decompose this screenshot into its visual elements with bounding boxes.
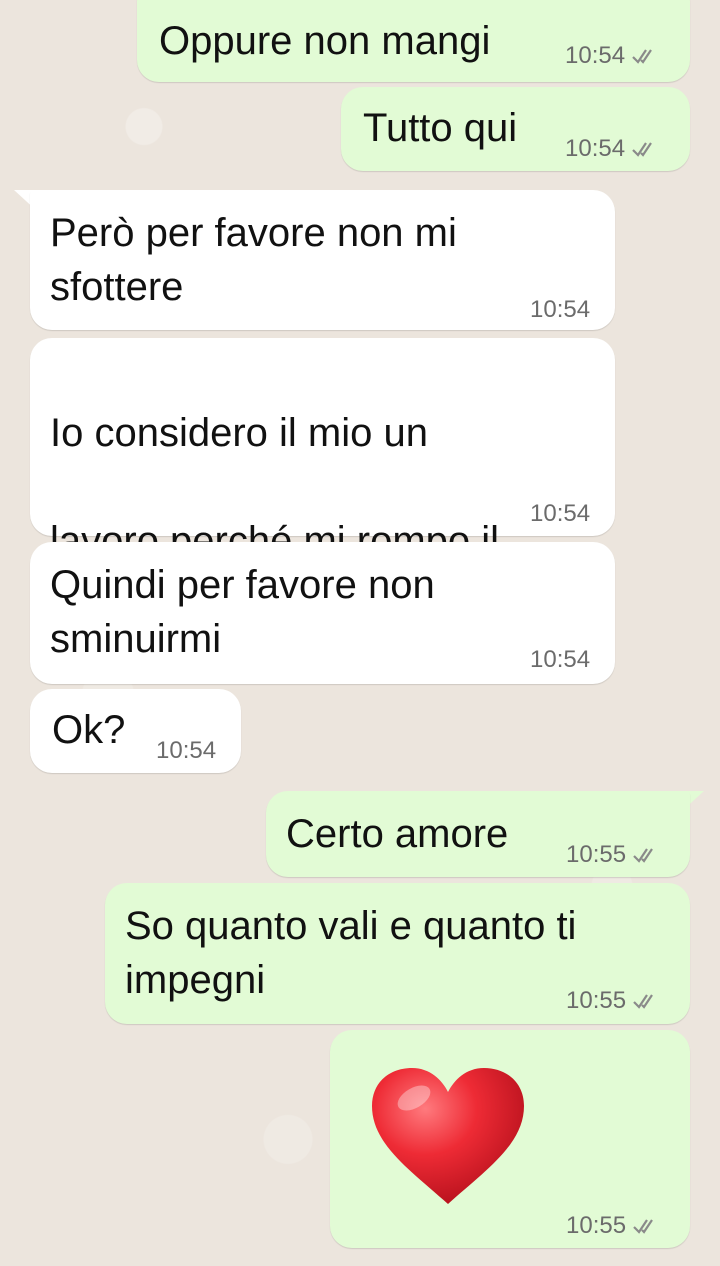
message-meta: 10:54 <box>530 500 590 528</box>
message-time: 10:54 <box>565 135 626 162</box>
read-ticks-icon <box>632 49 652 64</box>
message-time: 10:55 <box>566 987 627 1014</box>
message-meta: 10:54 <box>156 737 216 765</box>
message-time: 10:54 <box>530 646 591 673</box>
message-meta: 10:55 <box>566 1212 660 1240</box>
message-time: 10:55 <box>566 1212 627 1239</box>
message-text: Certo amore <box>286 812 509 856</box>
message-meta: 10:55 <box>566 841 660 869</box>
message-bubble-outgoing[interactable]: 10:55 <box>330 1030 690 1248</box>
message-time: 10:54 <box>565 42 626 69</box>
message-time: 10:55 <box>566 841 627 868</box>
message-text-line: Io considero il mio un <box>50 411 428 455</box>
red-heart-emoji-icon <box>372 1068 524 1204</box>
message-meta: 10:54 <box>565 42 659 70</box>
read-ticks-icon <box>633 848 653 863</box>
message-bubble-incoming[interactable]: Però per favore non mi sfottere 10:54 <box>30 190 615 330</box>
read-ticks-icon <box>633 994 653 1009</box>
message-meta: 10:55 <box>566 987 660 1015</box>
message-bubble-outgoing[interactable]: Tutto qui 10:54 <box>341 87 690 171</box>
message-text: Quindi per favore non sminuirmi <box>50 563 435 661</box>
message-bubble-incoming[interactable]: Ok? 10:54 <box>30 689 241 773</box>
message-text: Oppure non mangi <box>159 19 491 63</box>
message-bubble-incoming[interactable]: Quindi per favore non sminuirmi 10:54 <box>30 542 615 684</box>
message-text: Però per favore non mi sfottere <box>50 211 457 309</box>
message-time: 10:54 <box>530 500 591 527</box>
message-meta: 10:54 <box>530 296 590 324</box>
message-time: 10:54 <box>156 737 217 764</box>
read-ticks-icon <box>632 142 652 157</box>
message-bubble-outgoing[interactable]: So quanto vali e quanto ti impegni 10:55 <box>105 883 690 1024</box>
message-bubble-incoming[interactable]: Io considero il mio un lavoro perché mi … <box>30 338 615 672</box>
message-meta: 10:54 <box>565 135 659 163</box>
message-time: 10:54 <box>530 296 591 323</box>
read-ticks-icon <box>633 1219 653 1234</box>
message-text: Ok? <box>52 708 126 752</box>
message-text: So quanto vali e quanto ti impegni <box>125 904 577 1002</box>
message-meta: 10:54 <box>530 646 590 674</box>
message-bubble-outgoing[interactable]: Certo amore 10:55 <box>266 791 690 877</box>
message-bubble-outgoing[interactable]: Oppure non mangi 10:54 <box>137 0 690 82</box>
message-text: Tutto qui <box>363 106 518 150</box>
